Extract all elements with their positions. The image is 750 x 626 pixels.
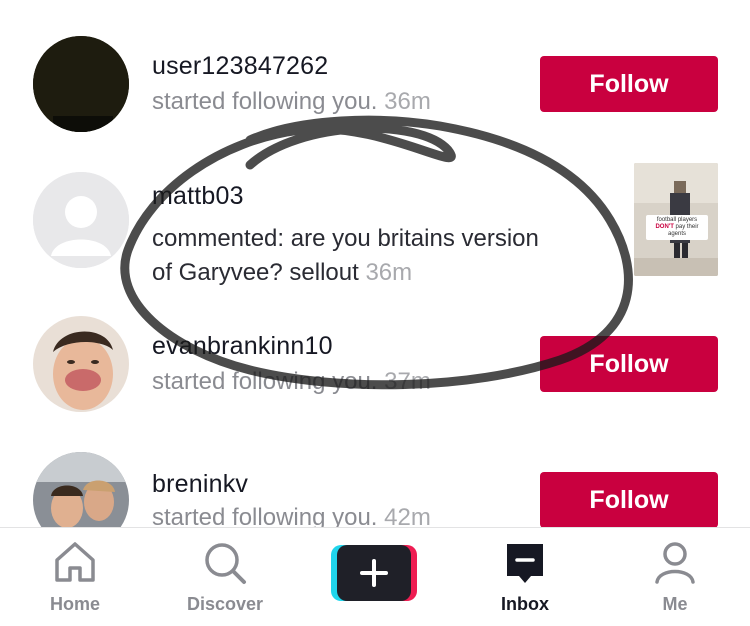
- notification-text: started following you. 37m: [152, 368, 431, 395]
- thumbnail-caption: football players DON'T pay their agents: [646, 215, 708, 240]
- notification-text: started following you. 42m: [152, 504, 431, 527]
- tab-me[interactable]: Me: [615, 528, 735, 626]
- avatar[interactable]: [33, 316, 129, 412]
- username[interactable]: evanbrankinn10: [152, 332, 333, 361]
- inbox-icon: [503, 540, 547, 591]
- timestamp: 36m: [365, 259, 413, 286]
- notification-text: started following you. 36m: [152, 88, 431, 115]
- timestamp: 37m: [384, 368, 431, 395]
- plus-icon: [331, 545, 417, 601]
- default-avatar-icon: [33, 172, 129, 268]
- follow-button[interactable]: Follow: [540, 56, 718, 112]
- create-video-button[interactable]: [331, 545, 417, 601]
- follow-button[interactable]: Follow: [540, 472, 718, 527]
- tab-label: Discover: [186, 594, 264, 614]
- timestamp: 42m: [384, 504, 431, 527]
- username[interactable]: user123847262: [152, 52, 328, 81]
- follow-button[interactable]: Follow: [540, 336, 718, 392]
- notification-row[interactable]: breninkv started following you. 42m Foll…: [0, 440, 750, 527]
- notification-feed: user123847262 started following you. 36m…: [0, 0, 750, 527]
- username[interactable]: mattb03: [152, 182, 244, 211]
- video-thumbnail[interactable]: football players DON'T pay their agents: [634, 163, 718, 276]
- profile-icon: [653, 540, 697, 591]
- tab-label: Inbox: [501, 594, 549, 614]
- tab-label: Home: [49, 594, 100, 614]
- home-icon: [52, 540, 98, 589]
- avatar[interactable]: [33, 172, 129, 268]
- comment-text: commented: are you britains version of G…: [152, 225, 539, 286]
- avatar[interactable]: [33, 452, 129, 527]
- notification-row[interactable]: evanbrankinn10 started following you. 37…: [0, 300, 750, 440]
- timestamp: 36m: [384, 88, 431, 115]
- tab-inbox[interactable]: Inbox: [465, 528, 585, 626]
- tab-discover[interactable]: Discover: [165, 528, 285, 626]
- search-icon: [202, 540, 248, 591]
- avatar[interactable]: [33, 36, 129, 132]
- username[interactable]: breninkv: [152, 470, 248, 499]
- notification-row[interactable]: user123847262 started following you. 36m…: [0, 0, 750, 150]
- tab-home[interactable]: Home: [15, 528, 135, 626]
- bottom-tab-bar: Home Discover Inbox Me: [0, 527, 750, 626]
- tab-label: Me: [662, 594, 688, 614]
